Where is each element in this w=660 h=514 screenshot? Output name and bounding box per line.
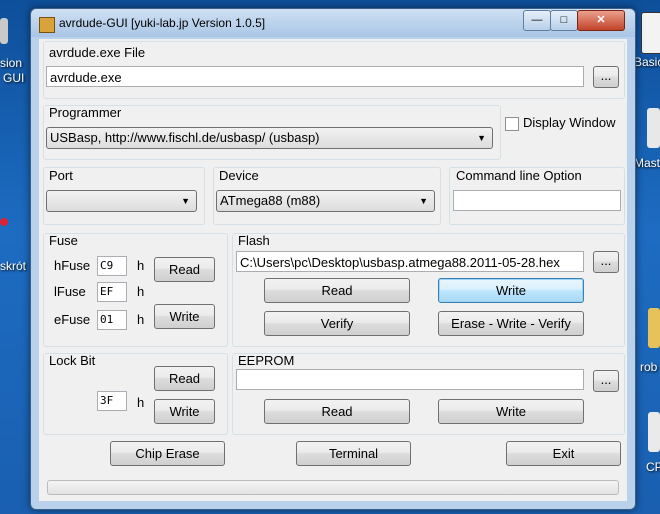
desktop-label[interactable]: sion xyxy=(0,56,22,70)
desktop-label[interactable]: GUI xyxy=(3,71,24,85)
exit-button[interactable]: Exit xyxy=(506,441,621,466)
device-label: Device xyxy=(219,168,259,183)
client-area: avrdude.exe File avrdude.exe ... Program… xyxy=(39,39,627,501)
lockbit-hex-suffix: h xyxy=(137,395,145,410)
lockbit-read-button[interactable]: Read xyxy=(154,366,215,391)
programmer-label: Programmer xyxy=(49,105,122,120)
lockbit-label: Lock Bit xyxy=(49,353,96,368)
lockbit-write-button[interactable]: Write xyxy=(154,399,215,424)
eeprom-path-input[interactable] xyxy=(236,369,584,390)
desktop-label[interactable]: CP xyxy=(646,460,660,474)
minimize-button[interactable]: — xyxy=(523,10,551,31)
avrdude-browse-button[interactable]: ... xyxy=(593,66,619,88)
folder-icon[interactable] xyxy=(648,308,660,348)
lfuse-hex-suffix: h xyxy=(137,284,145,299)
cp-app-icon[interactable] xyxy=(648,412,660,452)
close-button[interactable]: ✕ xyxy=(577,10,625,31)
avrdude-path-field[interactable]: avrdude.exe xyxy=(46,66,584,87)
avrdude-file-label: avrdude.exe File xyxy=(49,45,146,60)
hfuse-hex-suffix: h xyxy=(137,258,145,273)
fuse-label: Fuse xyxy=(49,233,78,248)
desktop-label[interactable]: Basic xyxy=(634,55,660,69)
efuse-input[interactable]: 01 xyxy=(97,310,127,330)
port-select[interactable]: ▼ xyxy=(46,190,197,212)
desktop-shortcut-icon[interactable] xyxy=(0,18,8,44)
shortcut-arrow-icon xyxy=(0,218,8,226)
device-selected-value: ATmega88 (m88) xyxy=(220,193,321,208)
flash-write-button[interactable]: Write xyxy=(438,278,584,303)
lockbit-input[interactable]: 3F xyxy=(97,391,127,411)
efuse-hex-suffix: h xyxy=(137,312,145,327)
avrdude-gui-window: avrdude-GUI [yuki-lab.jp Version 1.0.5] … xyxy=(30,8,636,510)
chevron-down-icon: ▼ xyxy=(181,196,190,206)
chip-erase-button[interactable]: Chip Erase xyxy=(110,441,225,466)
eeprom-label: EEPROM xyxy=(238,353,295,368)
hfuse-label: hFuse xyxy=(54,258,91,273)
flash-browse-button[interactable]: ... xyxy=(593,251,619,273)
hfuse-input[interactable]: C9 xyxy=(97,256,127,276)
lfuse-input[interactable]: EF xyxy=(97,282,127,302)
progress-bar xyxy=(47,480,619,495)
mast-app-icon[interactable] xyxy=(647,108,660,148)
basic-app-icon[interactable] xyxy=(641,12,660,54)
flash-path-input[interactable]: C:\Users\pc\Desktop\usbasp.atmega88.2011… xyxy=(236,251,584,272)
chevron-down-icon: ▼ xyxy=(419,196,428,206)
lfuse-label: lFuse xyxy=(54,284,86,299)
desktop-label[interactable]: skrót xyxy=(0,259,26,273)
chevron-down-icon: ▼ xyxy=(477,133,486,143)
flash-verify-button[interactable]: Verify xyxy=(264,311,410,336)
maximize-button[interactable]: □ xyxy=(550,10,578,31)
display-window-label[interactable]: Display Window xyxy=(523,115,615,130)
terminal-button[interactable]: Terminal xyxy=(296,441,411,466)
eeprom-read-button[interactable]: Read xyxy=(264,399,410,424)
programmer-select[interactable]: USBasp, http://www.fischl.de/usbasp/ (us… xyxy=(46,127,493,149)
desktop-label[interactable]: Mast xyxy=(634,156,660,170)
app-icon xyxy=(39,17,55,33)
fuse-write-button[interactable]: Write xyxy=(154,304,215,329)
fuse-read-button[interactable]: Read xyxy=(154,257,215,282)
window-title: avrdude-GUI [yuki-lab.jp Version 1.0.5] xyxy=(59,16,266,30)
flash-erase-write-verify-button[interactable]: Erase - Write - Verify xyxy=(438,311,584,336)
command-line-label: Command line Option xyxy=(456,168,582,183)
eeprom-write-button[interactable]: Write xyxy=(438,399,584,424)
command-line-input[interactable] xyxy=(453,190,621,211)
title-bar[interactable]: avrdude-GUI [yuki-lab.jp Version 1.0.5] … xyxy=(31,9,635,37)
flash-label: Flash xyxy=(238,233,270,248)
device-select[interactable]: ATmega88 (m88) ▼ xyxy=(216,190,435,212)
programmer-selected-value: USBasp, http://www.fischl.de/usbasp/ (us… xyxy=(50,130,320,145)
desktop-label[interactable]: rob xyxy=(640,360,657,374)
display-window-checkbox[interactable] xyxy=(505,117,519,131)
port-label: Port xyxy=(49,168,73,183)
efuse-label: eFuse xyxy=(54,312,91,327)
flash-read-button[interactable]: Read xyxy=(264,278,410,303)
eeprom-browse-button[interactable]: ... xyxy=(593,370,619,392)
